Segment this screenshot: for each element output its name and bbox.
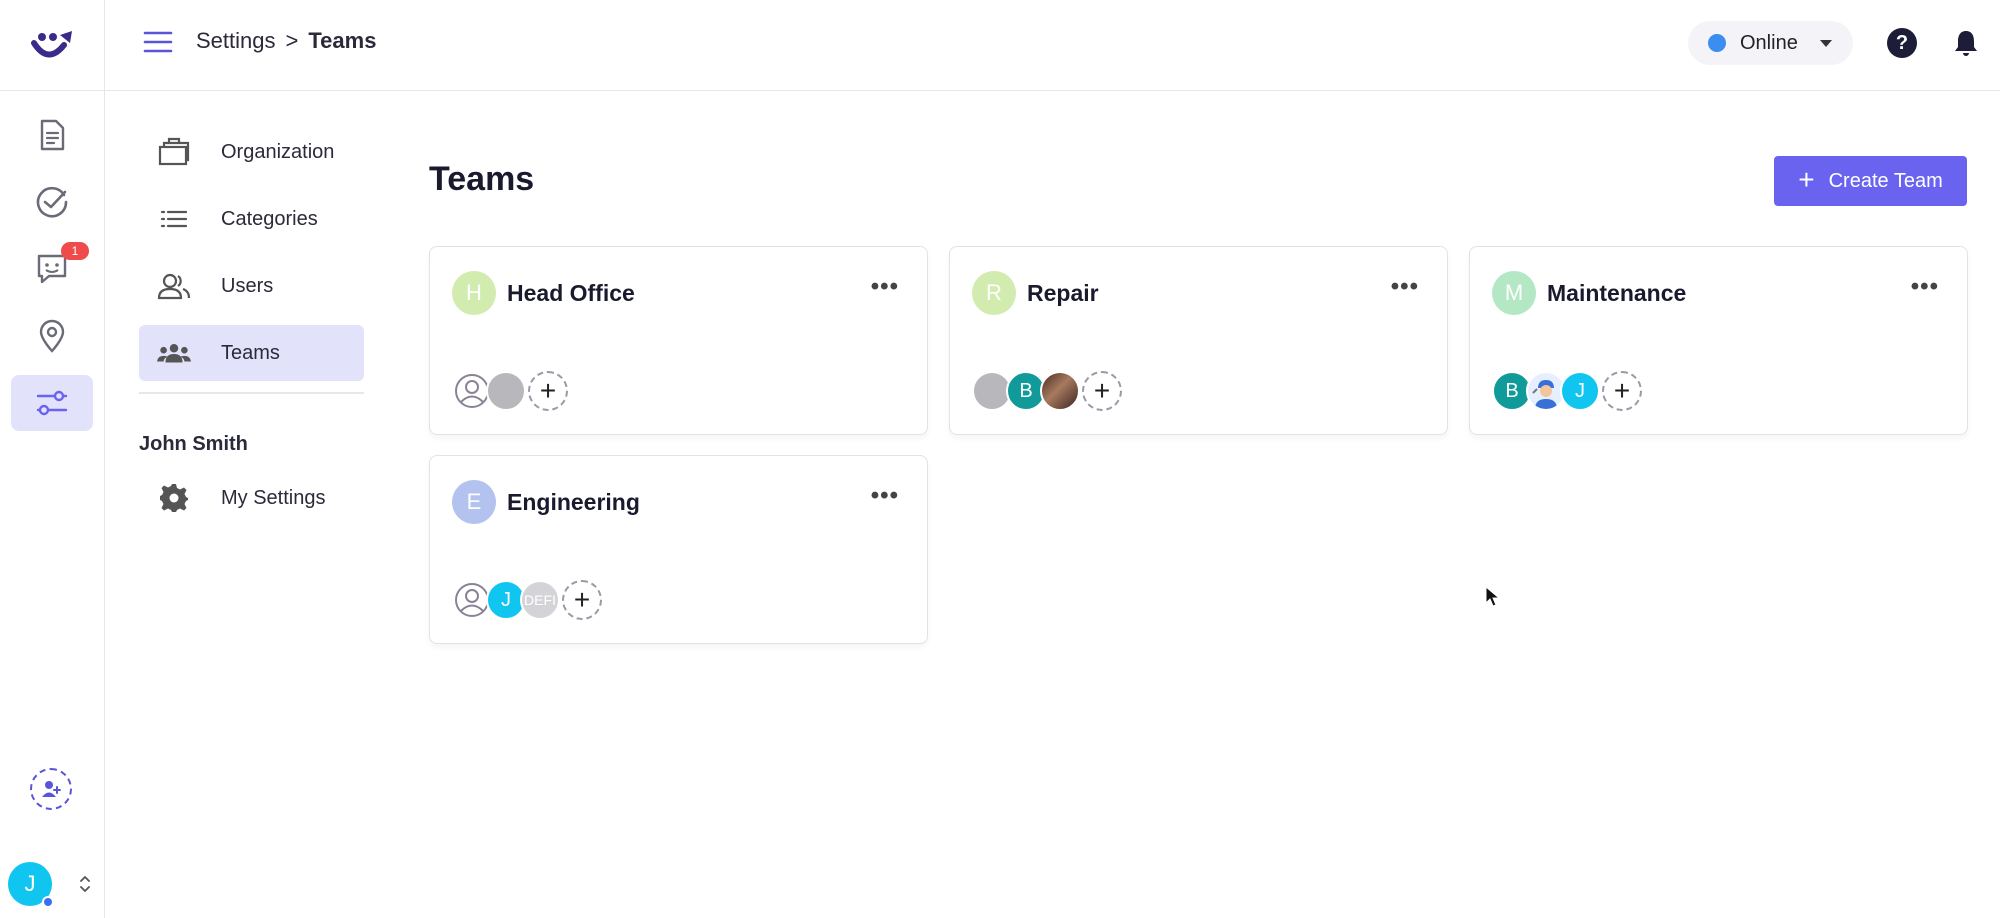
plus-icon: + [1798, 163, 1815, 195]
breadcrumb-current: Teams [308, 28, 377, 53]
more-options-icon[interactable]: ••• [871, 275, 899, 299]
check-circle-icon [36, 186, 68, 218]
status-label: Online [1740, 31, 1798, 54]
sidebar-divider [139, 392, 364, 394]
add-member-button[interactable]: + [562, 580, 602, 620]
sidebar-item-teams[interactable]: Teams [139, 325, 364, 381]
add-user-icon [42, 781, 61, 797]
add-member-button[interactable]: + [528, 371, 568, 411]
add-member-button[interactable]: + [1082, 371, 1122, 411]
status-dot [1708, 34, 1726, 52]
presence-dot [42, 896, 54, 908]
app-logo[interactable] [0, 0, 105, 91]
team-card-maintenance[interactable]: M Maintenance ••• B J + [1469, 246, 1968, 435]
user-section-title: John Smith [139, 433, 248, 455]
top-bar: Settings > Teams Online ? [105, 0, 2000, 91]
rail-chat[interactable]: 1 [11, 241, 93, 297]
team-avatar: M [1492, 271, 1536, 315]
caret-down-icon [1819, 39, 1832, 47]
member-avatar-photo[interactable] [1040, 371, 1080, 411]
invite-user-button[interactable] [30, 768, 72, 810]
team-name: Engineering [507, 489, 640, 515]
team-members: B + [972, 369, 1122, 413]
create-team-label: Create Team [1828, 169, 1943, 192]
create-team-button[interactable]: + Create Team [1774, 156, 1967, 206]
logo-icon [30, 31, 72, 58]
menu-icon[interactable] [143, 30, 173, 54]
sidebar-item-users[interactable]: Users [139, 258, 364, 314]
more-options-icon[interactable]: ••• [1911, 275, 1939, 299]
breadcrumb: Settings > Teams [196, 28, 376, 54]
left-rail: 1 J [0, 0, 105, 918]
sidebar-item-organization[interactable]: Organization [139, 124, 364, 180]
briefcase-icon [157, 135, 191, 169]
team-icon [157, 336, 191, 370]
team-name: Head Office [507, 280, 635, 306]
worker-icon [1532, 380, 1557, 409]
sidebar-item-categories[interactable]: Categories [139, 191, 364, 247]
user-outline-icon [455, 583, 489, 617]
sidebar-item-label: Teams [221, 341, 280, 364]
team-card-head-office[interactable]: H Head Office ••• + [429, 246, 928, 435]
breadcrumb-settings[interactable]: Settings [196, 28, 276, 54]
add-member-button[interactable]: + [1602, 371, 1642, 411]
breadcrumb-separator: > [285, 28, 299, 53]
chat-badge: 1 [61, 242, 89, 260]
member-avatar[interactable]: J [1560, 371, 1600, 411]
team-avatar: E [452, 480, 496, 524]
team-card-repair[interactable]: R Repair ••• B + [949, 246, 1448, 435]
team-members: B J + [1492, 369, 1642, 413]
chevron-updown-icon[interactable] [78, 872, 92, 896]
user-outline-icon [455, 374, 489, 408]
member-avatar[interactable] [486, 371, 526, 411]
team-name: Repair [1027, 280, 1099, 306]
member-avatar[interactable]: DEFI [520, 580, 560, 620]
settings-sidebar: Organization Categories Users Teams John… [105, 91, 405, 918]
sidebar-item-label: My Settings [221, 486, 326, 509]
help-icon[interactable]: ? [1887, 28, 1917, 58]
rail-settings[interactable] [11, 375, 93, 431]
rail-locations[interactable] [11, 308, 93, 364]
list-icon [157, 202, 191, 236]
location-pin-icon [39, 319, 65, 353]
gear-icon [157, 481, 191, 515]
sidebar-item-label: Organization [221, 140, 335, 163]
users-icon [157, 269, 191, 303]
sliders-icon [36, 390, 68, 416]
sidebar-item-my-settings[interactable]: My Settings [139, 470, 364, 526]
team-members: J DEFI + [452, 578, 602, 622]
bell-icon[interactable] [1953, 28, 1979, 58]
document-icon [40, 119, 65, 151]
page-title: Teams [429, 160, 535, 198]
team-avatar: H [452, 271, 496, 315]
team-name: Maintenance [1547, 280, 1687, 306]
rail-documents[interactable] [11, 107, 93, 163]
status-dropdown[interactable]: Online [1688, 21, 1853, 65]
team-members: + [452, 369, 568, 413]
cursor-icon [1485, 586, 1501, 607]
sidebar-item-label: Users [221, 274, 274, 297]
team-card-engineering[interactable]: E Engineering ••• J DEFI + [429, 455, 928, 644]
more-options-icon[interactable]: ••• [1391, 275, 1419, 299]
rail-tasks[interactable] [11, 174, 93, 230]
team-avatar: R [972, 271, 1016, 315]
more-options-icon[interactable]: ••• [871, 484, 899, 508]
sidebar-item-label: Categories [221, 207, 318, 230]
